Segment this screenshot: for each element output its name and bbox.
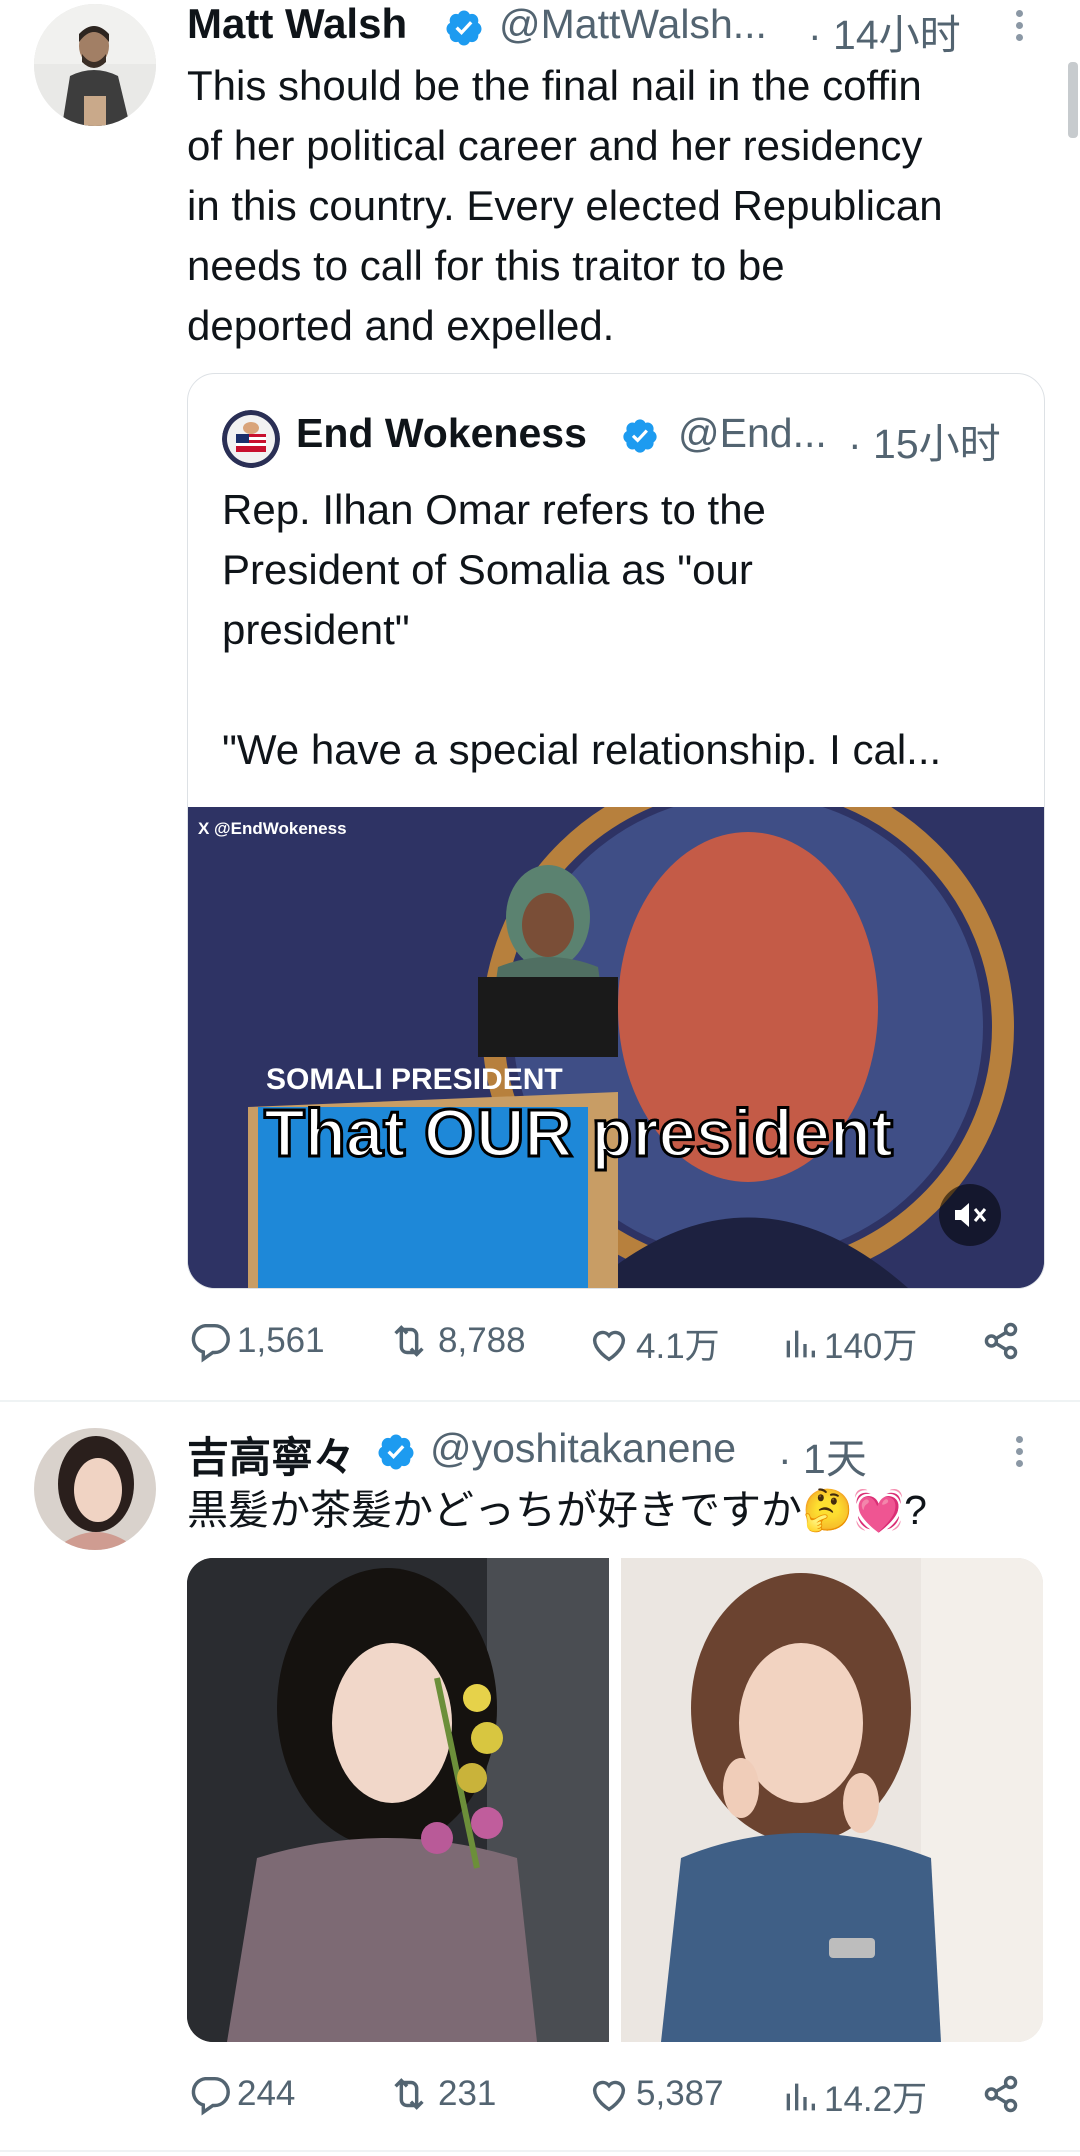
quoted-tweet[interactable]: End Wokeness @End... · 15小时 Rep. Ilhan O… [187, 373, 1045, 1289]
tweet-text: 黒髪か茶髪かどっちが好きですか🤔💓? [187, 1487, 927, 1533]
video-player[interactable]: X @EndWokeness SOMALI PRESIDENT That OUR… [188, 807, 1044, 1288]
repost-icon [394, 2078, 424, 2110]
views-chart-icon [786, 1330, 815, 1357]
podium-sign-text: SOMALI PRESIDENT [266, 1063, 563, 1096]
share-icon [984, 1322, 1018, 1360]
more-options-icon[interactable] [1013, 10, 1025, 46]
author-handle[interactable]: @MattWalsh... [499, 1, 767, 48]
photo-1[interactable] [187, 1558, 609, 2042]
verified-badge-icon [378, 1434, 414, 1470]
reply-icon [191, 2076, 230, 2116]
author-name[interactable]: Matt Walsh [187, 0, 407, 48]
repost-icon [394, 1325, 424, 1357]
tweet-actions: 244 231 5,387 14.2万 [0, 2071, 1080, 2127]
quoted-author-name[interactable]: End Wokeness [296, 410, 587, 457]
verified-badge-icon [623, 419, 657, 453]
repost-button[interactable]: 231 [384, 2071, 496, 2117]
reply-button[interactable]: 1,561 [187, 1318, 325, 1364]
repost-button[interactable]: 8,788 [384, 1318, 526, 1364]
video-thumbnail [188, 807, 1044, 1288]
author-name[interactable]: 吉高寧々 [187, 1424, 355, 1485]
tweet-actions: 1,561 8,788 4.1万 140万 [0, 1318, 1080, 1374]
mute-button[interactable] [939, 1184, 1001, 1246]
view-count: 14.2万 [824, 2080, 928, 2119]
reply-count: 1,561 [237, 1321, 325, 1360]
more-options-icon[interactable] [1013, 1436, 1025, 1472]
media-grid [187, 1558, 1043, 2042]
muted-speaker-icon [955, 1203, 987, 1227]
heart-icon [592, 1330, 626, 1361]
reply-button[interactable]: 244 [187, 2071, 295, 2117]
verified-badge-icon [446, 10, 482, 46]
video-caption: That OUR president [262, 1095, 894, 1173]
repost-count: 231 [438, 2074, 497, 2113]
share-button[interactable] [978, 1318, 1028, 1364]
like-button[interactable]: 5,387 [586, 2071, 724, 2117]
reply-icon [191, 1323, 230, 1363]
avatar-end-wokeness[interactable] [222, 410, 280, 468]
repost-count: 8,788 [438, 1321, 526, 1360]
avatar-matt-walsh[interactable] [34, 4, 156, 126]
author-handle[interactable]: @yoshitakanene [430, 1425, 736, 1472]
like-count: 4.1万 [636, 1327, 720, 1366]
quoted-author-handle[interactable]: @End... [678, 410, 827, 457]
avatar-yoshitaka-nene[interactable] [34, 1428, 156, 1550]
share-icon [984, 2075, 1018, 2113]
reply-count: 244 [237, 2074, 296, 2113]
views-chart-icon [786, 2083, 815, 2110]
tweet-divider [0, 1400, 1080, 1402]
tweet-time[interactable]: · 1天 [778, 1425, 867, 1485]
tweet-text: This should be the final nail in the cof… [187, 62, 943, 349]
scrollbar[interactable] [1068, 62, 1078, 138]
views-button[interactable]: 140万 [780, 1318, 917, 1369]
share-button[interactable] [978, 2071, 1028, 2117]
quoted-tweet-time[interactable]: · 15小时 [848, 410, 1001, 470]
photo-2[interactable] [621, 1558, 1043, 2042]
tweet-time[interactable]: · 14小时 [808, 1, 961, 61]
quoted-tweet-text: Rep. Ilhan Omar refers to the President … [222, 486, 942, 773]
view-count: 140万 [824, 1327, 918, 1366]
tweet-divider [0, 2150, 1080, 2152]
video-watermark: X @EndWokeness [198, 819, 347, 838]
like-button[interactable]: 4.1万 [586, 1318, 720, 1369]
like-count: 5,387 [636, 2074, 724, 2113]
views-button[interactable]: 14.2万 [780, 2071, 927, 2122]
heart-icon [592, 2080, 626, 2112]
